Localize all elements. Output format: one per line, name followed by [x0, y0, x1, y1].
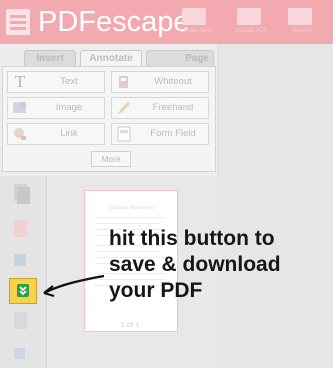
annotation-callout: hit this button to save & download your … [109, 226, 329, 304]
annotation-line: your PDF [109, 279, 203, 302]
callout-arrow-icon [43, 274, 105, 298]
annotation-line: save & download [109, 253, 281, 276]
annotation-line: hit this button to [109, 227, 275, 250]
